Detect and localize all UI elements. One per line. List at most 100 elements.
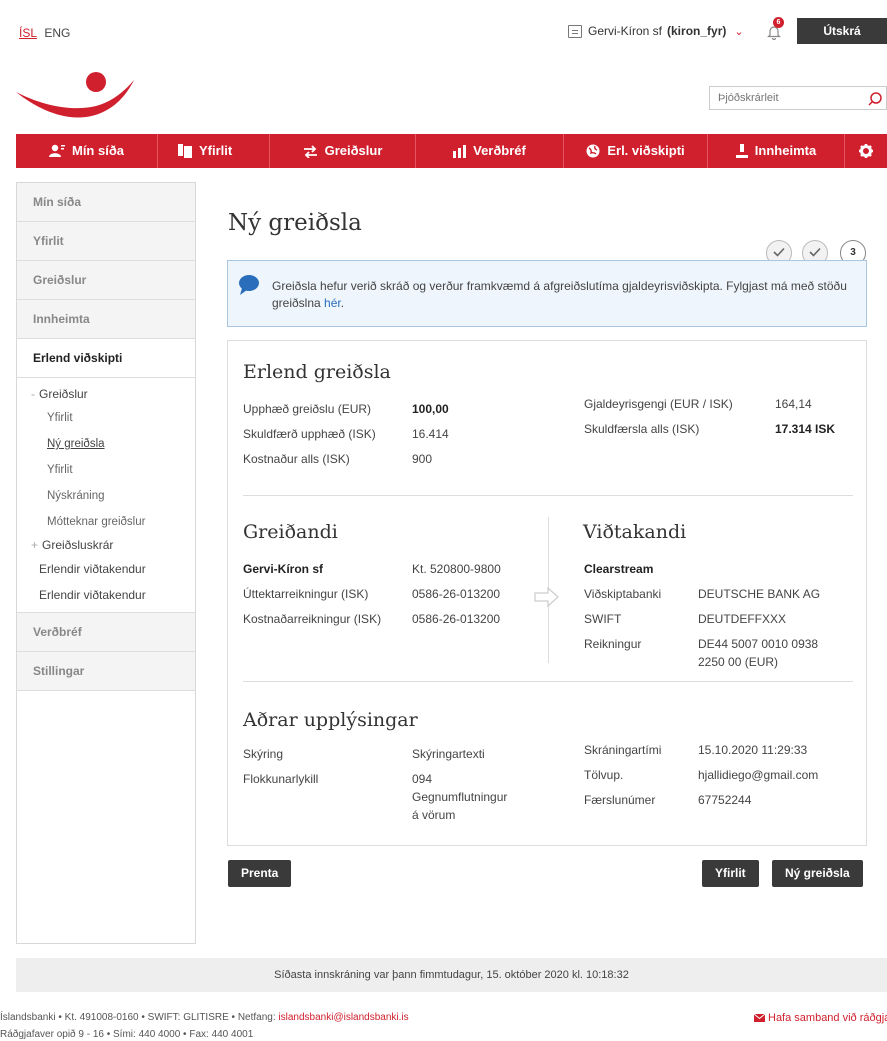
sidebar-item-stillingar[interactable]: Stillingar	[17, 652, 195, 691]
label-faerslunumer: Færslunúmer	[584, 793, 656, 807]
sidebar-sub-yfirlit[interactable]: Yfirlit	[17, 405, 195, 431]
registry-search-input[interactable]	[710, 87, 860, 109]
nav-verdbref[interactable]: Verðbréf	[416, 134, 564, 168]
label-tolvupostur: Tölvup.	[584, 768, 624, 782]
registry-search	[709, 86, 887, 110]
nav-label: Yfirlit	[199, 143, 233, 158]
payer-name: Gervi-Kíron sf	[243, 562, 324, 576]
value-reikningur-1: DE44 5007 0010 0938	[698, 637, 819, 651]
value-faerslunumer: 67752244	[698, 793, 752, 807]
value-swift: DEUTDEFFXXX	[698, 612, 787, 626]
user-icon	[48, 144, 65, 157]
label-skuldfaerd: Skuldfærð upphæð (ISK)	[243, 427, 376, 441]
info-text: Greiðsla hefur verið skráð og verður fra…	[272, 278, 852, 312]
language-switcher: ÍSL ENG	[19, 26, 70, 40]
label-flokkun: Flokkunarlykill	[243, 772, 319, 786]
notifications-button[interactable]: 6	[767, 17, 784, 41]
sidebar-sub-erl-vidtakendur-2[interactable]: Erlendir viðtakendur	[17, 582, 195, 608]
nav-greidslur[interactable]: Greiðslur	[270, 134, 416, 168]
section-title-adrar: Aðrar upplýsingar	[243, 709, 418, 731]
section-title-erlend: Erlend greiðsla	[243, 361, 391, 383]
value-reikningur-2: 2250 00 (EUR)	[698, 655, 779, 669]
nav-settings[interactable]	[845, 134, 887, 168]
value-skraningartimi: 15.10.2020 11:29:33	[698, 743, 808, 757]
sidebar-sub-motteknar[interactable]: Mótteknar greiðslur	[17, 509, 195, 535]
contact-label: Hafa samband við ráðgja	[768, 1012, 887, 1024]
nav-yfirlit[interactable]: Yfirlit	[158, 134, 270, 168]
footer-email-link[interactable]: islandsbanki@islandsbanki.is	[278, 1012, 408, 1023]
payment-summary-card: Erlend greiðsla Upphæð greiðslu (EUR) 10…	[227, 340, 867, 846]
divider	[243, 495, 853, 496]
value-skuldfaersla: 17.314 ISK	[775, 422, 836, 436]
nav-label: Verðbréf	[473, 143, 526, 158]
print-button[interactable]: Prenta	[228, 860, 292, 887]
value-kostnadarreikningur: 0586-26-013200	[412, 612, 501, 626]
label-skraningartimi: Skráningartími	[584, 743, 662, 757]
account-name: Gervi-Kíron sf	[588, 24, 663, 38]
section-title-greidandi: Greiðandi	[243, 521, 338, 543]
page-title: Ný greiðsla	[228, 210, 362, 236]
account-card-icon	[568, 24, 582, 38]
logout-button[interactable]: Útskrá	[797, 18, 887, 44]
sidebar: Mín síða Yfirlit Greiðslur Innheimta Erl…	[16, 182, 196, 944]
value-tolvupostur: hjallidiego@gmail.com	[698, 768, 819, 782]
sidebar-item-min-sida[interactable]: Mín síða	[17, 183, 195, 222]
label-skyring: Skýring	[243, 747, 284, 761]
lang-isl-link[interactable]: ÍSL	[19, 26, 37, 40]
sidebar-sub-ny-greidsla[interactable]: Ný greiðsla	[17, 431, 195, 457]
sidebar-item-yfirlit[interactable]: Yfirlit	[17, 222, 195, 261]
search-icon[interactable]	[867, 91, 883, 107]
info-message: Greiðsla hefur verið skráð og verður fra…	[227, 260, 867, 327]
sidebar-sub-erl-vidtakendur[interactable]: Erlendir viðtakendur	[17, 556, 195, 582]
label-kostnadur: Kostnaður alls (ISK)	[243, 452, 350, 466]
sidebar-sublist: - Greiðslur Yfirlit Ný greiðsla Yfirlit N…	[17, 378, 195, 613]
last-login-bar: Síðasta innskráning var þann fimmtudagur…	[16, 958, 887, 992]
nav-min-sida[interactable]: Mín síða	[16, 134, 158, 168]
sidebar-sub-label: Greiðsluskrár	[42, 538, 114, 552]
sidebar-item-erlend-vidskipti[interactable]: Erlend viðskipti	[17, 339, 195, 378]
account-user: (kiron_fyr)	[667, 24, 727, 38]
nav-label: Erl. viðskipti	[607, 143, 685, 158]
footer-line-1: Íslandsbanki • Kt. 491008-0160 • SWIFT: …	[0, 1012, 409, 1023]
bank-logo[interactable]	[16, 70, 136, 120]
top-bar: ÍSL ENG Gervi-Kíron sf (kiron_fyr) ⌄ 6 Ú…	[0, 0, 887, 62]
label-upphaed: Upphæð greiðslu (EUR)	[243, 402, 372, 416]
collapse-icon: -	[31, 387, 35, 401]
sidebar-item-verdbref[interactable]: Verðbréf	[17, 613, 195, 652]
overview-button[interactable]: Yfirlit	[702, 860, 759, 887]
account-selector[interactable]: Gervi-Kíron sf (kiron_fyr) ⌄	[568, 24, 744, 38]
label-skuldfaersla: Skuldfærsla alls (ISK)	[584, 422, 700, 436]
nav-innheimta[interactable]: Innheimta	[708, 134, 845, 168]
documents-icon	[178, 144, 192, 158]
value-bank: DEUTSCHE BANK AG	[698, 587, 821, 601]
nav-label: Greiðslur	[324, 143, 383, 158]
contact-advisor-link[interactable]: Hafa samband við ráðgja	[753, 1012, 887, 1024]
value-gengi: 164,14	[775, 397, 812, 411]
new-payment-button[interactable]: Ný greiðsla	[772, 860, 863, 887]
lang-eng-link[interactable]: ENG	[44, 26, 70, 40]
chevron-down-icon: ⌄	[734, 25, 744, 38]
sidebar-item-greidslur[interactable]: Greiðslur	[17, 261, 195, 300]
sidebar-sub-greidslur[interactable]: - Greiðslur	[17, 384, 195, 405]
value-skuldfaerd: 16.414	[412, 427, 449, 441]
sidebar-item-innheimta[interactable]: Innheimta	[17, 300, 195, 339]
value-flokkun-3: á vörum	[412, 808, 456, 822]
sidebar-sub-nyskraning[interactable]: Nýskráning	[17, 483, 195, 509]
main-navigation: Mín síða Yfirlit Greiðslur Verðbréf Erl.…	[16, 134, 887, 168]
value-upphaed: 100,00	[412, 402, 449, 416]
info-link[interactable]: hér	[324, 296, 341, 310]
chat-bubble-icon	[239, 275, 259, 295]
payer-kt: Kt. 520800-9800	[412, 562, 501, 576]
nav-label: Mín síða	[71, 143, 124, 158]
sidebar-sub-yfirlit-2[interactable]: Yfirlit	[17, 457, 195, 483]
person-down-icon	[735, 144, 748, 158]
info-end: .	[340, 296, 345, 310]
nav-erl-vidskipti[interactable]: Erl. viðskipti	[564, 134, 708, 168]
expand-icon: +	[31, 538, 39, 552]
label-reikningur: Reikningur	[584, 637, 642, 651]
info-body: Greiðsla hefur verið skráð og verður fra…	[272, 279, 847, 310]
divider	[243, 681, 853, 682]
sidebar-sub-greidsluskrar[interactable]: + Greiðsluskrár	[17, 535, 195, 556]
label-kostnadarreikningur: Kostnaðarreikningur (ISK)	[243, 612, 382, 626]
arrow-right-icon	[534, 587, 559, 607]
